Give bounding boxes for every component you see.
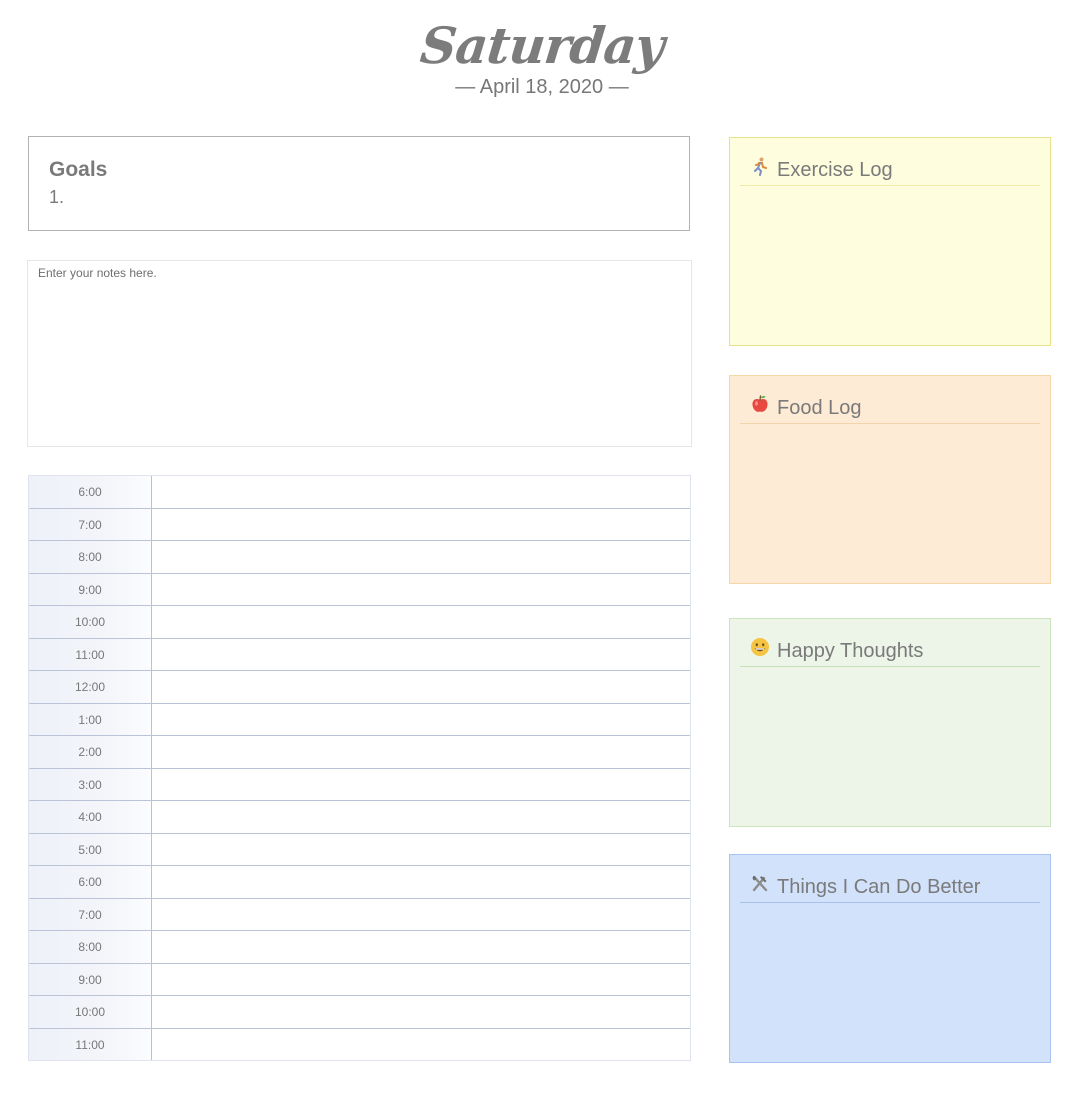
exercise-log-box[interactable]: Exercise Log [729,137,1051,346]
schedule-row: 5:00 [29,833,690,866]
goal-item[interactable]: 1. [49,185,669,209]
schedule-row: 7:00 [29,508,690,541]
schedule-time: 7:00 [29,898,152,930]
schedule-entry[interactable] [152,476,690,508]
schedule-time: 12:00 [29,671,152,703]
schedule-time: 8:00 [29,541,152,573]
schedule-row: 1:00 [29,703,690,736]
schedule-entry[interactable] [152,736,690,768]
schedule-entry[interactable] [152,606,690,638]
schedule-time: 4:00 [29,801,152,833]
goals-box[interactable]: Goals 1. [28,136,690,231]
schedule-entry[interactable] [152,834,690,866]
schedule-entry[interactable] [152,769,690,801]
do-better-header: Things I Can Do Better [740,855,1040,903]
schedule-time: 2:00 [29,736,152,768]
schedule-entry[interactable] [152,801,690,833]
schedule-row: 8:00 [29,541,690,574]
schedule-row: 11:00 [29,1028,690,1061]
schedule-row: 4:00 [29,801,690,834]
schedule-entry[interactable] [152,574,690,606]
schedule-time: 5:00 [29,833,152,865]
schedule-row: 2:00 [29,736,690,769]
exercise-log-header: Exercise Log [740,138,1040,186]
schedule-entry[interactable] [152,704,690,736]
hammer-wrench-icon [750,873,770,893]
do-better-title: Things I Can Do Better [777,875,981,898]
exercise-log-title: Exercise Log [777,158,893,181]
smiling-face-icon [750,637,770,657]
schedule-row: 3:00 [29,768,690,801]
schedule-time: 10:00 [29,606,152,638]
schedule-time: 6:00 [29,476,152,508]
notes-box[interactable] [27,260,692,447]
notes-input[interactable] [28,261,691,446]
schedule-row: 6:00 [29,476,690,509]
schedule-row: 9:00 [29,963,690,996]
running-person-icon [750,156,770,176]
schedule-entry[interactable] [152,866,690,898]
schedule-entry[interactable] [152,671,690,703]
schedule-row: 8:00 [29,931,690,964]
apple-icon [750,394,770,414]
schedule-entry[interactable] [152,541,690,573]
food-log-title: Food Log [777,396,862,419]
schedule-time: 1:00 [29,703,152,735]
happy-thoughts-header: Happy Thoughts [740,619,1040,667]
schedule-time: 3:00 [29,768,152,800]
schedule-entry[interactable] [152,639,690,671]
schedule-row: 6:00 [29,866,690,899]
schedule-row: 7:00 [29,898,690,931]
schedule-time: 11:00 [29,638,152,670]
schedule-time: 10:00 [29,996,152,1028]
schedule-entry[interactable] [152,931,690,963]
schedule-entry[interactable] [152,899,690,931]
schedule-entry[interactable] [152,509,690,541]
schedule-entry[interactable] [152,1029,690,1061]
day-title: Saturday [417,16,667,75]
schedule-time: 6:00 [29,866,152,898]
schedule-row: 11:00 [29,638,690,671]
food-log-header: Food Log [740,376,1040,424]
schedule-time: 7:00 [29,508,152,540]
happy-thoughts-title: Happy Thoughts [777,639,924,662]
hourly-schedule: 6:00 7:00 8:00 9:00 10:00 11:00 12:00 1:… [28,475,691,1061]
schedule-time: 9:00 [29,963,152,995]
schedule-row: 10:00 [29,606,690,639]
schedule-row: 10:00 [29,996,690,1029]
date-subtitle: — April 18, 2020 — [455,76,629,98]
happy-thoughts-box[interactable]: Happy Thoughts [729,618,1051,827]
do-better-box[interactable]: Things I Can Do Better [729,854,1051,1063]
daily-planner-page: Saturday — April 18, 2020 — Goals 1. 6:0… [0,0,1069,1095]
schedule-entry[interactable] [152,996,690,1028]
goals-title: Goals [49,158,108,181]
schedule-row: 12:00 [29,671,690,704]
schedule-row: 9:00 [29,573,690,606]
schedule-entry[interactable] [152,964,690,996]
schedule-time: 8:00 [29,931,152,963]
schedule-time: 11:00 [29,1028,152,1060]
food-log-box[interactable]: Food Log [729,375,1051,584]
schedule-time: 9:00 [29,573,152,605]
